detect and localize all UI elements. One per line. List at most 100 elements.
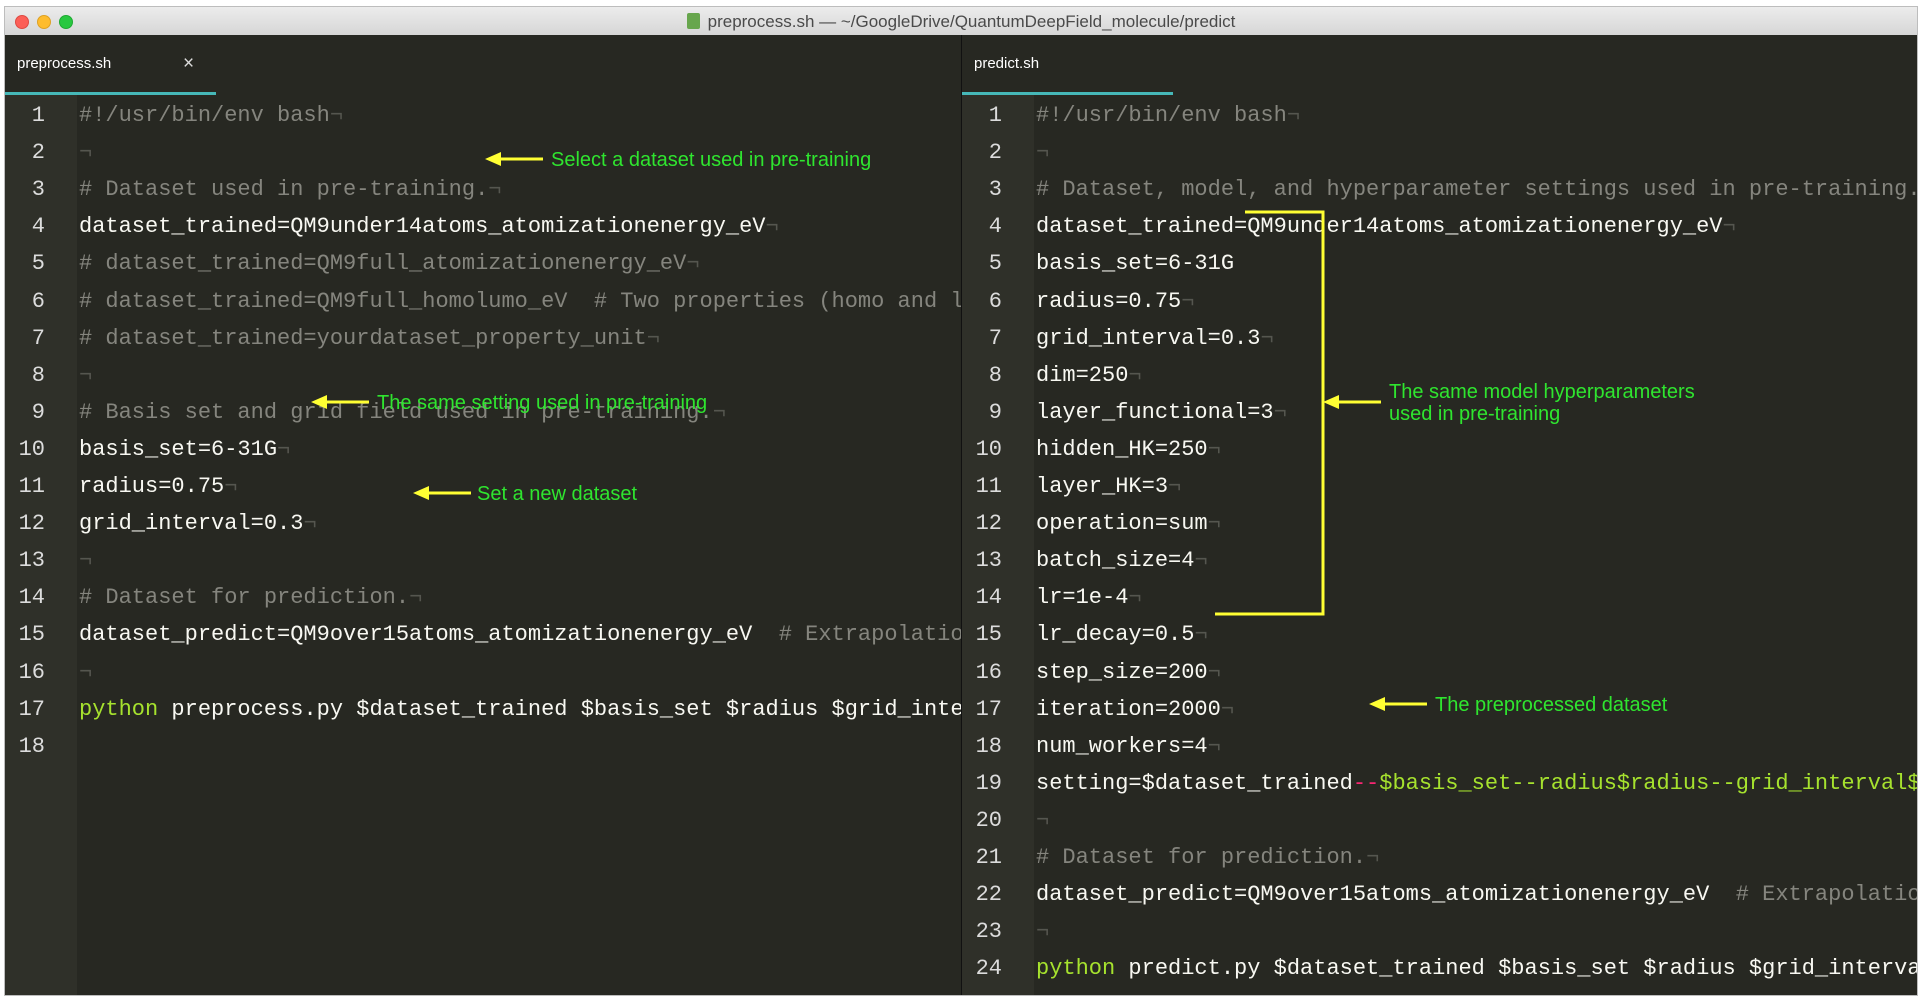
code-token: # dataset_trained=QM9full_atomizationene… bbox=[79, 251, 687, 277]
window-title-text: preprocess.sh — ~/GoogleDrive/QuantumDee… bbox=[707, 12, 1236, 31]
code-text[interactable]: # Dataset, model, and hyperparameter set… bbox=[1036, 171, 1918, 208]
code-line[interactable]: 11 layer_HK=3¬ bbox=[962, 468, 1917, 505]
code-token: python bbox=[79, 696, 159, 722]
left-editor-pane[interactable]: preprocess.sh × 1 #!/usr/bin/env bash¬ 2 ¬ 3… bbox=[5, 35, 961, 995]
code-line[interactable]: 5 # dataset_trained=QM9full_atomizationen… bbox=[5, 245, 961, 282]
code-text[interactable]: dim=250¬ bbox=[1036, 357, 1142, 394]
code-line[interactable]: 2 ¬ bbox=[962, 134, 1917, 171]
code-text[interactable]: ¬ bbox=[79, 134, 92, 171]
code-text[interactable]: # Dataset for prediction.¬ bbox=[1036, 839, 1379, 876]
line-number: 3 bbox=[31, 177, 45, 203]
line-end-marker: ¬ bbox=[1194, 548, 1208, 574]
code-text[interactable]: radius=0.75¬ bbox=[1036, 283, 1194, 320]
code-text[interactable]: grid_interval=0.3¬ bbox=[79, 505, 317, 542]
code-line[interactable]: 14 # Dataset for prediction.¬ bbox=[5, 579, 961, 616]
code-token: #!/usr/bin/env bash bbox=[1036, 103, 1287, 128]
code-text[interactable]: iteration=2000¬ bbox=[1036, 691, 1234, 728]
code-line[interactable]: 16 ¬ bbox=[5, 654, 961, 691]
code-line[interactable]: 14 lr=1e-4¬ bbox=[962, 579, 1917, 616]
line-number: 24 bbox=[975, 956, 1002, 982]
code-text[interactable]: # Dataset for prediction.¬ bbox=[79, 579, 422, 616]
code-text[interactable]: basis_set=6-31G bbox=[1036, 245, 1234, 282]
code-line[interactable]: 10 hidden_HK=250¬ bbox=[962, 431, 1917, 468]
code-text[interactable]: # dataset_trained=QM9full_homolumo_eV # … bbox=[79, 283, 961, 320]
code-text[interactable]: num_workers=4¬ bbox=[1036, 728, 1221, 765]
code-text[interactable]: lr_decay=0.5¬ bbox=[1036, 616, 1208, 653]
code-line[interactable]: 5 basis_set=6-31G bbox=[962, 245, 1917, 282]
code-text[interactable]: layer_HK=3¬ bbox=[1036, 468, 1181, 505]
line-end-marker: ¬ bbox=[1181, 288, 1195, 314]
code-line[interactable]: 18 num_workers=4¬ bbox=[962, 728, 1917, 765]
code-line[interactable]: 22 dataset_predict=QM9over15atoms_atomiza… bbox=[962, 876, 1917, 913]
code-text[interactable]: ¬ bbox=[1036, 913, 1049, 950]
code-text[interactable]: dataset_trained=QM9under14atoms_atomizat… bbox=[1036, 208, 1736, 245]
code-editor[interactable]: 1 #!/usr/bin/env bash¬ 2 ¬ 3 # Dataset used i… bbox=[5, 95, 961, 995]
code-text[interactable]: dataset_predict=QM9over15atoms_atomizati… bbox=[1036, 876, 1917, 913]
code-line[interactable]: 15 dataset_predict=QM9over15atoms_atomiza… bbox=[5, 616, 961, 653]
code-text[interactable]: lr=1e-4¬ bbox=[1036, 579, 1142, 616]
code-line[interactable]: 13 batch_size=4¬ bbox=[962, 542, 1917, 579]
code-line[interactable]: 12 grid_interval=0.3¬ bbox=[5, 505, 961, 542]
code-line[interactable]: 12 operation=sum¬ bbox=[962, 505, 1917, 542]
code-line[interactable]: 4 dataset_trained=QM9under14atoms_atomiza… bbox=[5, 208, 961, 245]
code-line[interactable]: 8 ¬ bbox=[5, 357, 961, 394]
code-line[interactable]: 17 python preprocess.py $dataset_trained … bbox=[5, 691, 961, 728]
code-text[interactable]: basis_set=6-31G¬ bbox=[79, 431, 290, 468]
code-text[interactable]: #!/usr/bin/env bash¬ bbox=[1036, 97, 1300, 134]
code-line[interactable]: 20 ¬ bbox=[962, 802, 1917, 839]
code-text[interactable]: ¬ bbox=[79, 357, 92, 394]
code-text[interactable]: ¬ bbox=[1036, 802, 1049, 839]
title-bar[interactable]: preprocess.sh — ~/GoogleDrive/QuantumDee… bbox=[5, 7, 1917, 36]
code-line[interactable]: 19 setting=$dataset_trained--$basis_set--… bbox=[962, 765, 1917, 802]
code-line[interactable]: 3 # Dataset, model, and hyperparameter se… bbox=[962, 171, 1918, 208]
code-text[interactable]: setting=$dataset_trained--$basis_set--ra… bbox=[1036, 765, 1917, 802]
code-text[interactable]: ¬ bbox=[79, 654, 92, 691]
code-line[interactable]: 10 basis_set=6-31G¬ bbox=[5, 431, 961, 468]
code-text[interactable]: #!/usr/bin/env bash¬ bbox=[79, 97, 343, 134]
tab-predict-sh[interactable]: predict.sh bbox=[962, 35, 1173, 95]
code-line[interactable]: 18 bbox=[5, 728, 961, 765]
line-end-marker: ¬ bbox=[409, 585, 423, 611]
line-number: 6 bbox=[31, 288, 45, 314]
code-editor[interactable]: 1 #!/usr/bin/env bash¬ 2 ¬ 3 # Dataset, model… bbox=[962, 95, 1918, 995]
code-line[interactable]: 6 radius=0.75¬ bbox=[962, 283, 1917, 320]
code-line[interactable]: 7 # dataset_trained=yourdataset_property_… bbox=[5, 320, 961, 357]
code-text[interactable]: radius=0.75¬ bbox=[79, 468, 237, 505]
code-line[interactable]: 1 #!/usr/bin/env bash¬ bbox=[5, 97, 961, 134]
code-line[interactable]: 7 grid_interval=0.3¬ bbox=[962, 320, 1917, 357]
code-text[interactable]: # Dataset used in pre-training.¬ bbox=[79, 171, 501, 208]
code-line[interactable]: 23 ¬ bbox=[962, 913, 1917, 950]
code-line[interactable]: 16 step_size=200¬ bbox=[962, 654, 1917, 691]
code-text[interactable]: # dataset_trained=QM9full_atomizationene… bbox=[79, 245, 700, 282]
code-line[interactable]: 3 # Dataset used in pre-training.¬ bbox=[5, 171, 961, 208]
tab-preprocess-sh[interactable]: preprocess.sh × bbox=[5, 35, 216, 95]
code-line[interactable]: 13 ¬ bbox=[5, 542, 961, 579]
code-text[interactable]: ¬ bbox=[79, 542, 92, 579]
window-title: preprocess.sh — ~/GoogleDrive/QuantumDee… bbox=[5, 12, 1917, 32]
code-text[interactable]: ¬ bbox=[1036, 134, 1049, 171]
code-line[interactable]: 15 lr_decay=0.5¬ bbox=[962, 616, 1917, 653]
line-number: 12 bbox=[18, 511, 45, 537]
code-text[interactable]: batch_size=4¬ bbox=[1036, 542, 1208, 579]
line-number: 15 bbox=[18, 622, 45, 648]
code-line[interactable]: 4 dataset_trained=QM9under14atoms_atomiza… bbox=[962, 208, 1917, 245]
line-number: 21 bbox=[975, 845, 1002, 870]
code-text[interactable]: dataset_predict=QM9over15atoms_atomizati… bbox=[79, 616, 961, 653]
code-text[interactable]: step_size=200¬ bbox=[1036, 654, 1221, 691]
code-token: # dataset_trained=yourdataset_property_u… bbox=[79, 325, 647, 351]
right-editor-pane[interactable]: predict.sh 1 #!/usr/bin/env bash¬ 2 ¬ 3 # Dat… bbox=[962, 35, 1918, 995]
close-tab-icon[interactable]: × bbox=[183, 53, 194, 75]
code-line[interactable]: 6 # dataset_trained=QM9full_homolumo_eV #… bbox=[5, 283, 961, 320]
line-number: 5 bbox=[31, 251, 45, 277]
code-text[interactable]: dataset_trained=QM9under14atoms_atomizat… bbox=[79, 208, 779, 245]
code-token: lr_decay=0.5 bbox=[1036, 622, 1195, 648]
code-text[interactable]: python preprocess.py $dataset_trained $b… bbox=[79, 691, 961, 728]
code-token: # Dataset, model, and hyperparameter set… bbox=[1036, 177, 1918, 203]
code-line[interactable]: 24 python predict.py $dataset_trained $ba… bbox=[962, 950, 1917, 987]
code-line[interactable]: 1 #!/usr/bin/env bash¬ bbox=[962, 97, 1917, 134]
code-text[interactable]: python predict.py $dataset_trained $basi… bbox=[1036, 950, 1917, 987]
code-text[interactable]: hidden_HK=250¬ bbox=[1036, 431, 1221, 468]
code-text[interactable]: # dataset_trained=yourdataset_property_u… bbox=[79, 320, 660, 357]
code-text[interactable]: operation=sum¬ bbox=[1036, 505, 1221, 542]
code-line[interactable]: 21 # Dataset for prediction.¬ bbox=[962, 839, 1917, 876]
